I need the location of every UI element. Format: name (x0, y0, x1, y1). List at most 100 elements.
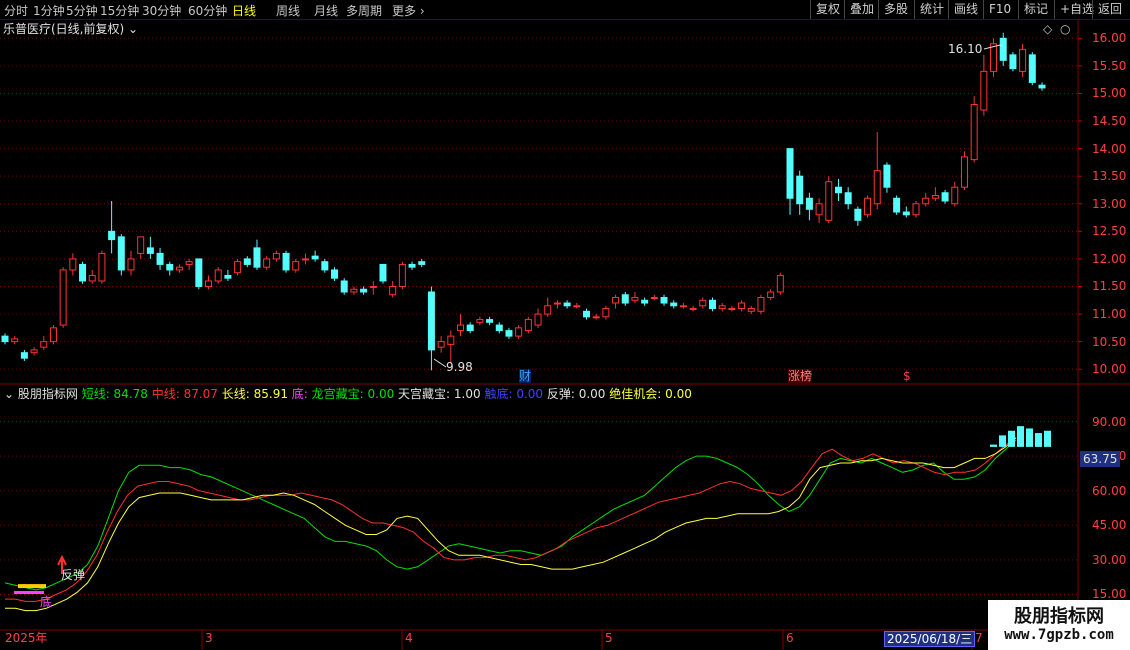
candle-body (437, 341, 445, 348)
diamond-icon: ◇ (1043, 22, 1053, 36)
candle-body (670, 302, 678, 307)
candle-body (505, 330, 513, 337)
high-price-label: 16.10 (948, 42, 983, 56)
candle-body (960, 156, 968, 188)
candle-body (728, 308, 736, 311)
tab-period-9[interactable]: 多周期 (346, 2, 382, 19)
candle-body (776, 274, 784, 293)
legend-item-0: 短线: 84.78 (81, 387, 148, 401)
tab-period-6[interactable]: 日线 (232, 2, 256, 19)
candle-body (418, 261, 426, 265)
candle-body (156, 252, 164, 265)
candle-body (369, 285, 377, 288)
candle-body (534, 313, 542, 326)
candle-body (166, 263, 174, 271)
candle-body (205, 280, 213, 287)
tab-period-1[interactable]: 1分钟 (33, 2, 65, 19)
candle-body (476, 319, 484, 323)
legend-item-2: 长线: 85.91 (217, 387, 288, 401)
candle-body (127, 258, 135, 271)
indicator-line-2 (5, 437, 1017, 612)
indicator-line-1 (5, 437, 1017, 602)
toolbar-button-1[interactable]: 叠加 (844, 0, 878, 19)
candle-body (893, 197, 901, 213)
candle-body (641, 299, 649, 304)
legend-item-3: 底: (287, 387, 312, 401)
low-arrow (433, 358, 447, 368)
tab-period-10[interactable]: 更多 › (392, 2, 425, 19)
tab-period-7[interactable]: 周线 (276, 2, 300, 19)
candle-body (786, 148, 794, 199)
toolbar-button-4[interactable]: 画线 (948, 0, 983, 19)
rebound-label: 反弹 (61, 568, 86, 582)
candle-body (224, 274, 232, 279)
candle-body (447, 335, 455, 345)
candle-body (11, 338, 19, 343)
tab-period-8[interactable]: 月线 (314, 2, 338, 19)
candle-body (757, 297, 765, 312)
candle-body (408, 263, 416, 268)
price-axis-label-1: 15.50 (1092, 58, 1127, 73)
candle-body (1028, 54, 1036, 83)
kline-chart[interactable] (0, 19, 1130, 650)
candle-body (699, 299, 707, 307)
candle-body (544, 305, 552, 315)
indicator-histogram-bar (990, 444, 997, 447)
date-month-0: 3 (205, 631, 213, 645)
tab-period-4[interactable]: 30分钟 (142, 2, 181, 19)
price-axis-label-4: 14.00 (1092, 141, 1127, 156)
marker-bar-yellow (18, 584, 46, 589)
legend-item-8: 绝佳机会: 0.00 (605, 387, 692, 401)
candle-body (350, 288, 358, 293)
candle-body (175, 266, 183, 271)
candle-body (495, 324, 503, 332)
candle-body (49, 327, 57, 343)
bottom-label: 底 (40, 595, 53, 609)
candle-body (524, 319, 532, 332)
candle-body (515, 327, 523, 337)
legend-item-5: 天宫藏宝: 1.00 (394, 387, 481, 401)
candle-body (457, 324, 465, 332)
toolbar-button-0[interactable]: 复权 (810, 0, 844, 19)
date-month-3: 6 (786, 631, 794, 645)
toolbar-button-6[interactable]: 标记 (1018, 0, 1054, 19)
price-axis-label-5: 13.50 (1092, 169, 1127, 184)
price-axis-label-8: 12.00 (1092, 251, 1127, 266)
candle-body (1, 335, 9, 343)
indicator-axis-label-3: 45.00 (1092, 518, 1127, 533)
candle-body (137, 236, 145, 254)
candle-body (951, 186, 959, 205)
candle-body (612, 297, 620, 304)
date-month-1: 4 (405, 631, 413, 645)
legend-item-4: 龙宫藏宝: 0.00 (311, 387, 395, 401)
marker-bar-magenta (14, 591, 44, 595)
toolbar-button-3[interactable]: 统计 (914, 0, 948, 19)
candle-body (79, 263, 87, 282)
event-dollar: $ (903, 369, 911, 383)
event-gain-list: 涨榜 (788, 369, 813, 383)
toolbar-button-5[interactable]: F10 (983, 0, 1018, 19)
price-axis-label-9: 11.50 (1092, 279, 1127, 294)
tab-period-5[interactable]: 60分钟 (188, 2, 227, 19)
candle-body (631, 297, 639, 301)
candle-body (253, 247, 261, 268)
legend-item-1: 中线: 87.07 (147, 387, 218, 401)
tab-period-3[interactable]: 15分钟 (100, 2, 139, 19)
candle-body (573, 305, 581, 308)
tab-period-2[interactable]: 5分钟 (66, 2, 98, 19)
candle-body (263, 258, 271, 268)
candle-body (873, 170, 881, 205)
current-value-box: 63.75 (1080, 451, 1121, 467)
candle-body (834, 186, 842, 194)
candle-body (427, 291, 435, 351)
indicator-line-0 (4, 439, 1017, 591)
watermark-name: 股朋指标网 (1014, 606, 1104, 627)
toolbar-button-8[interactable]: 返回 (1092, 0, 1130, 19)
indicator-histogram-bar (1017, 426, 1024, 447)
candle-body (88, 274, 96, 282)
circle-icon: ○ (1060, 22, 1071, 36)
toolbar-button-7[interactable]: +自选 (1054, 0, 1094, 19)
tab-period-0[interactable]: 分时 (4, 2, 28, 19)
candle-body (718, 305, 726, 310)
toolbar-button-2[interactable]: 多股 (878, 0, 914, 19)
